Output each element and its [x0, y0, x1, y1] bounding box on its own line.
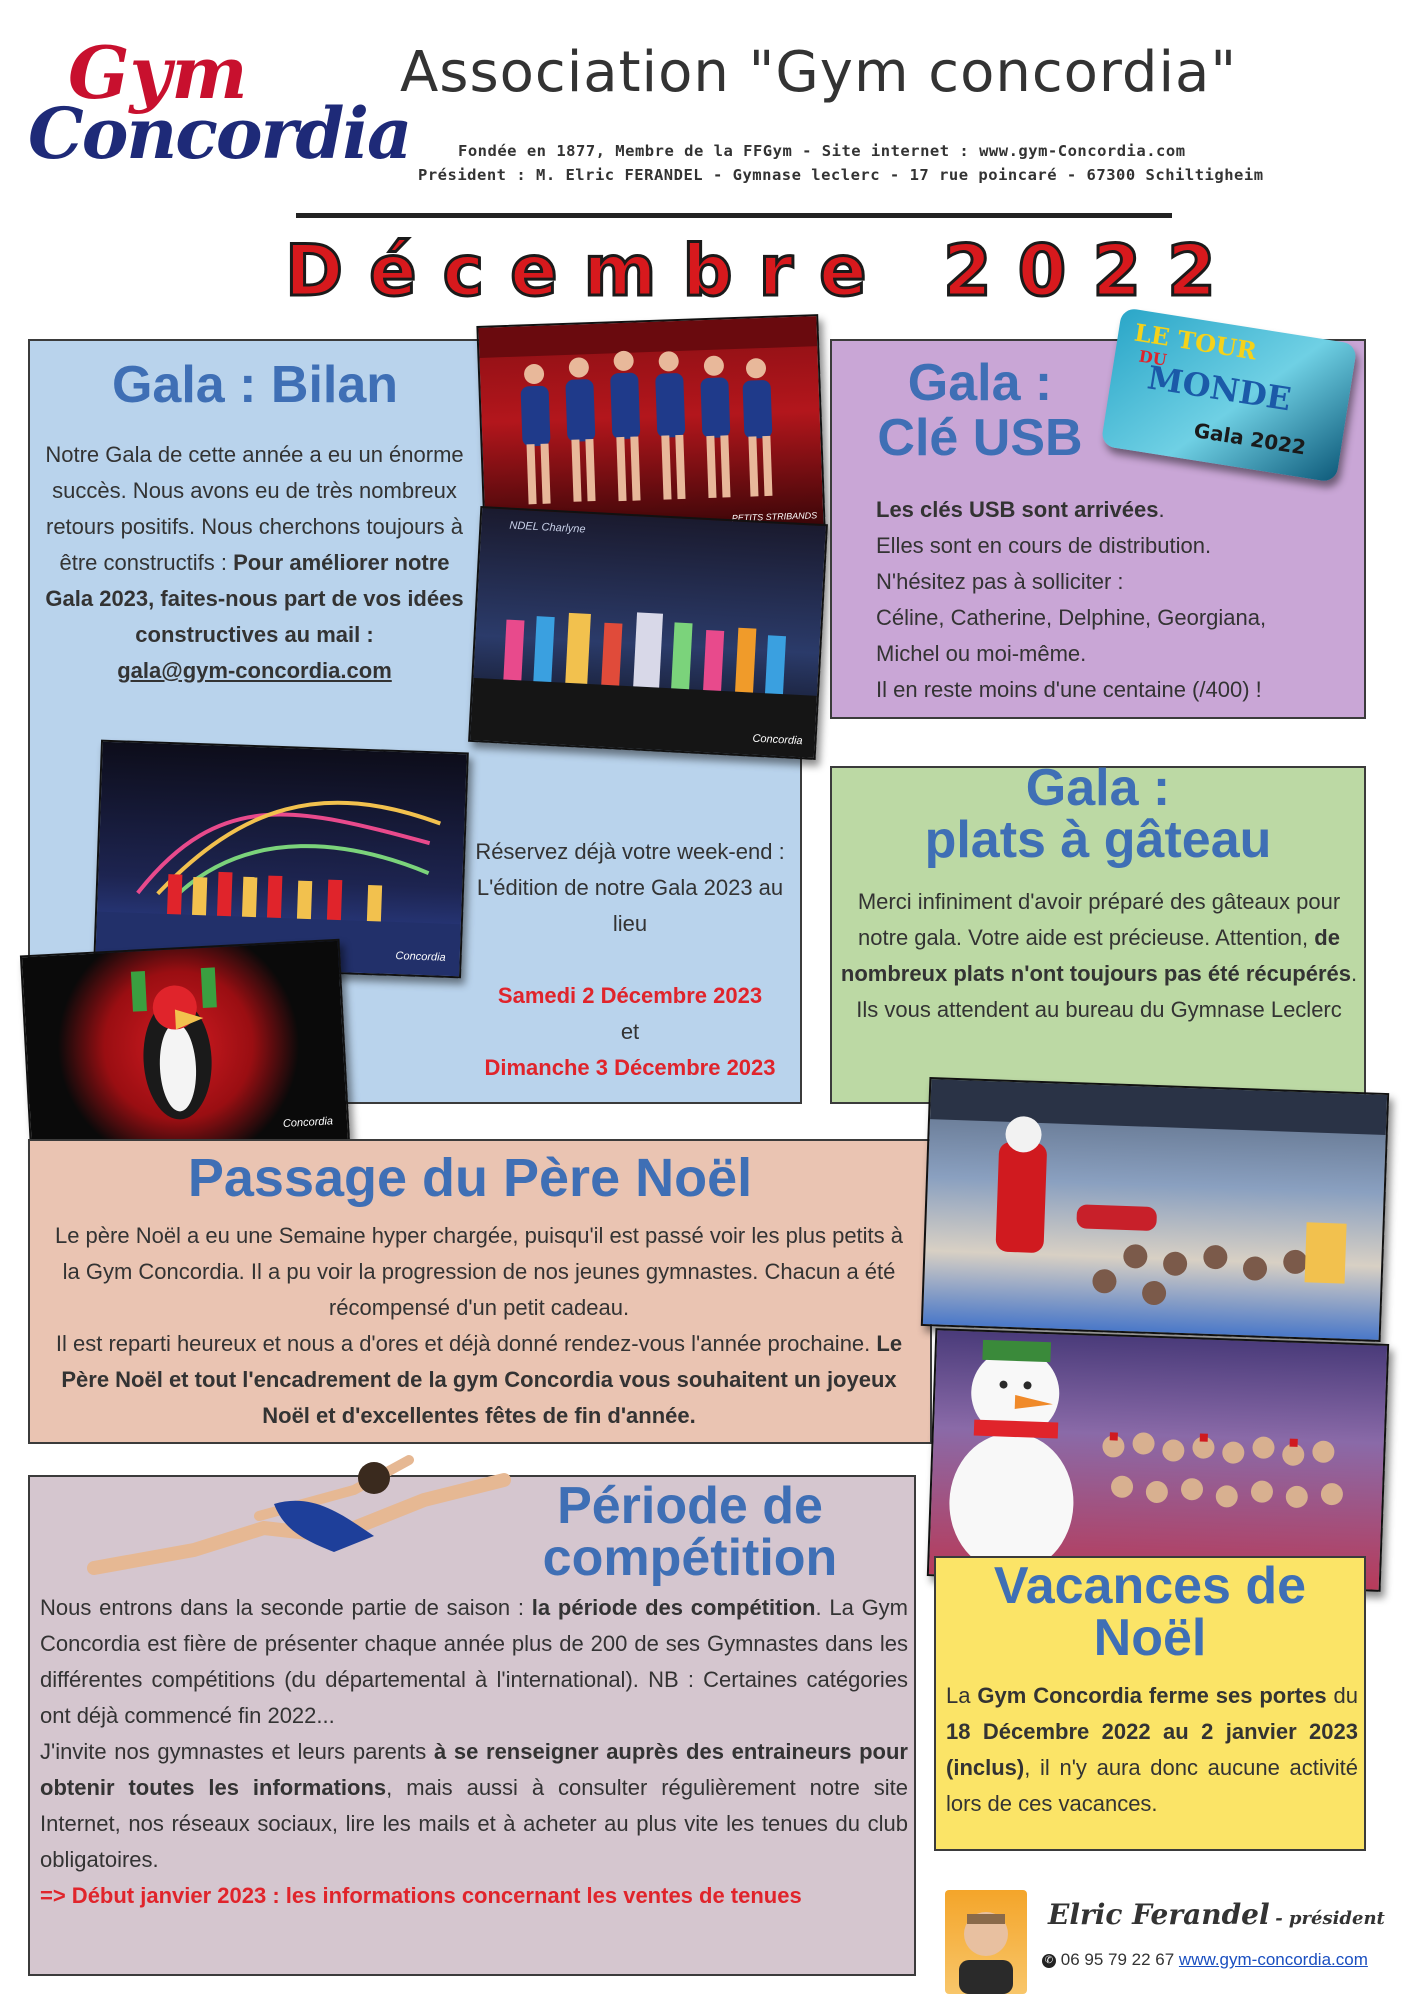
santa-gym-photo — [920, 1077, 1390, 1342]
gala-reserve-text: Réservez déjà votre week-end : L'édition… — [475, 839, 785, 1080]
usb-label-monde: MONDE — [1144, 358, 1294, 419]
gala-plats-text: Merci infiniment d'avoir préparé des gât… — [840, 889, 1358, 1022]
gala-usb-text: Les clés USB sont arrivées. Elles sont e… — [876, 497, 1267, 702]
gala-date-2: Dimanche 3 Décembre 2023 — [484, 1055, 776, 1080]
gymnast-leap-illustration — [87, 1455, 511, 1575]
header-info-line-1: Fondée en 1877, Membre de la FFGym - Sit… — [458, 142, 1186, 160]
header-divider — [296, 213, 1172, 218]
association-title: Association "Gym concordia" — [400, 40, 1238, 105]
logo-text-concordia: Concordia — [28, 92, 412, 175]
gala-photo-parrot: Concordia — [19, 938, 351, 1160]
snowman-illustration — [949, 1339, 1343, 1573]
signature-contact: ✆ 06 95 79 22 67 www.gym-concordia.com — [1042, 1950, 1368, 1970]
usb-label-gala-2022: Gala 2022 — [1192, 418, 1308, 460]
gala-usb-title: Gala : Clé USB — [877, 354, 1083, 467]
pere-noel-title: Passage du Père Noël — [187, 1148, 753, 1208]
month-title: Décembre 2022 — [284, 229, 1242, 314]
gala-bilan-text: Notre Gala de cette année a eu un énorme… — [45, 442, 464, 683]
gala-plats-title: Gala : plats à gâteau — [924, 759, 1272, 869]
dancers-illustration — [470, 612, 817, 758]
snowman-group-photo — [926, 1328, 1390, 1592]
photo-logo-mark: Concordia — [752, 732, 803, 748]
competition-title: Période de compétition — [542, 1477, 838, 1587]
club-logo: Gym Concordia — [28, 30, 412, 180]
signature-name: Elric Ferandel - président — [1048, 1898, 1385, 1931]
gala-photo-gymnasts: PETITS STRIBANDS — [476, 314, 826, 540]
header-info-line-2: Président : M. Elric FERANDEL - Gymnase … — [418, 166, 1264, 184]
competition-text: Nous entrons dans la seconde partie de s… — [40, 1595, 909, 1908]
president-photo — [945, 1890, 1027, 1994]
gala-bilan-title: Gala : Bilan — [111, 356, 399, 414]
photo-logo-mark: Concordia — [395, 950, 446, 964]
person-illustration — [959, 1912, 1013, 1994]
santa-illustration — [930, 1079, 1388, 1306]
gymnasts-illustration — [478, 316, 818, 505]
phone-icon: ✆ — [1042, 1953, 1056, 1968]
vacances-text: La Gym Concordia ferme ses portes du 18 … — [946, 1683, 1358, 1816]
phone-number: 06 95 79 22 67 — [1060, 1950, 1175, 1969]
gala-date-1: Samedi 2 Décembre 2023 — [497, 983, 763, 1008]
gala-photo-dancers: NDEL Charlyne Concordia — [468, 506, 828, 760]
gala-email-link[interactable]: gala@gym-concordia.com — [117, 658, 392, 683]
website-link[interactable]: www.gym-concordia.com — [1179, 1950, 1368, 1969]
vacances-title: Vacances de Noël — [993, 1557, 1307, 1667]
competition-notice: => Début janvier 2023 : les informations… — [40, 1883, 802, 1908]
pere-noel-text: Le père Noël a eu une Semaine hyper char… — [54, 1223, 904, 1428]
